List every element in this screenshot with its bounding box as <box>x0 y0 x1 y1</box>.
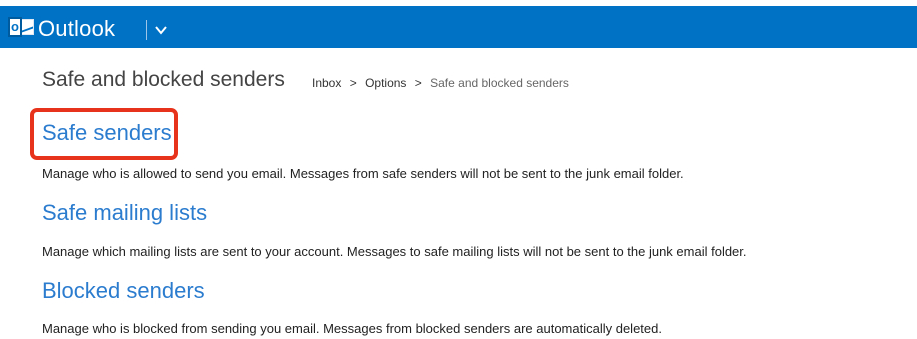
header-divider <box>146 20 147 40</box>
breadcrumb-current: Safe and blocked senders <box>430 76 569 90</box>
safe-mailing-lists-link[interactable]: Safe mailing lists <box>42 199 207 227</box>
safe-mailing-lists-description: Manage which mailing lists are sent to y… <box>42 244 747 259</box>
blocked-senders-description: Manage who is blocked from sending you e… <box>42 321 662 336</box>
breadcrumb-separator: > <box>414 76 422 90</box>
breadcrumb-inbox[interactable]: Inbox <box>312 76 341 90</box>
chevron-down-icon[interactable] <box>154 24 168 36</box>
page-title: Safe and blocked senders <box>42 68 285 91</box>
app-title[interactable]: Outlook <box>38 16 115 42</box>
breadcrumb-options[interactable]: Options <box>365 76 406 90</box>
breadcrumb-separator: > <box>349 76 357 90</box>
breadcrumb: Inbox > Options > Safe and blocked sende… <box>312 75 569 91</box>
outlook-logo-icon[interactable]: o <box>8 17 34 39</box>
top-bar: o Outlook <box>0 0 917 48</box>
blocked-senders-link[interactable]: Blocked senders <box>42 277 205 305</box>
safe-senders-link[interactable]: Safe senders <box>42 119 172 147</box>
logo-letter: o <box>8 17 22 37</box>
safe-senders-description: Manage who is allowed to send you email.… <box>42 166 684 181</box>
